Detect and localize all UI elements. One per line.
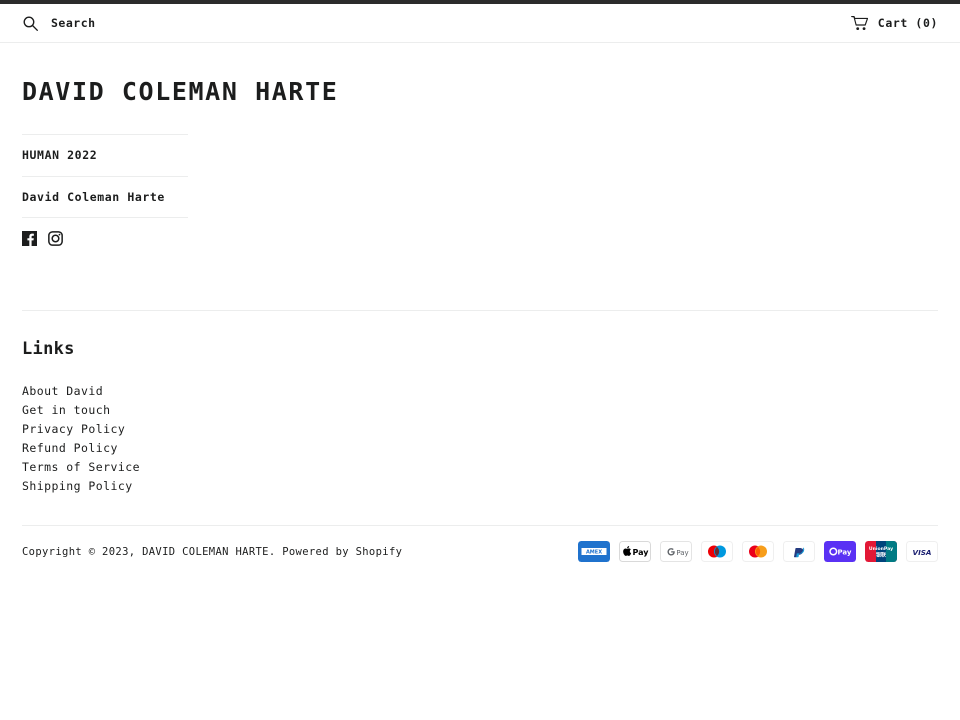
nav-item-david-coleman-harte[interactable]: David Coleman Harte [22, 177, 188, 218]
payment-icon-maestro [701, 541, 733, 562]
social-links [22, 218, 188, 246]
svg-text:UnionPay: UnionPay [869, 546, 893, 552]
footer-link-refund-policy[interactable]: Refund Policy [22, 441, 118, 455]
copyright-middle: . Powered by [268, 545, 356, 558]
copyright-text: Copyright © 2023, DAVID COLEMAN HARTE. P… [22, 546, 402, 558]
payment-icon-shop-pay: Pay [824, 541, 856, 562]
cart-label: Cart (0) [877, 16, 938, 30]
main-content: HUMAN 2022 David Coleman Harte [0, 134, 960, 264]
site-title-container: DAVID COLEMAN HARTE [0, 43, 960, 104]
list-item: Terms of Service [22, 457, 938, 476]
list-item: Privacy Policy [22, 419, 938, 438]
footer-link-list: About David Get in touch Privacy Policy … [22, 381, 938, 495]
footer-link-privacy-policy[interactable]: Privacy Policy [22, 422, 125, 436]
footer-link-about-david[interactable]: About David [22, 384, 103, 398]
svg-text:银联: 银联 [875, 551, 886, 558]
list-item: Refund Policy [22, 438, 938, 457]
svg-text:Pay: Pay [632, 548, 649, 557]
payment-icon-mastercard [742, 541, 774, 562]
product-content-area [188, 134, 938, 165]
site-title[interactable]: DAVID COLEMAN HARTE [22, 79, 338, 104]
footer-links-heading: Links [22, 339, 75, 359]
footer-link-terms-of-service[interactable]: Terms of Service [22, 460, 140, 474]
site-footer: Links About David Get in touch Privacy P… [0, 310, 960, 562]
sidebar-navigation: HUMAN 2022 David Coleman Harte [22, 134, 188, 246]
payment-icon-apple-pay: Pay [619, 541, 651, 562]
svg-text:Pay: Pay [837, 549, 851, 557]
payment-methods-list: AMEX Pay Pay Pay UnionPay 银联 VISA [578, 541, 938, 562]
search-input[interactable] [51, 4, 351, 42]
search-form[interactable] [22, 4, 851, 42]
svg-text:Pay: Pay [676, 549, 688, 557]
footer-bottom-bar: Copyright © 2023, DAVID COLEMAN HARTE. P… [22, 526, 938, 562]
site-header: Cart (0) [0, 4, 960, 43]
payment-icon-google-pay: Pay [660, 541, 692, 562]
cart-icon[interactable] [850, 15, 869, 31]
footer-link-shipping-policy[interactable]: Shipping Policy [22, 479, 133, 493]
footer-top-divider [22, 310, 938, 311]
payment-icon-visa: VISA [906, 541, 938, 562]
facebook-icon[interactable] [22, 231, 37, 246]
svg-text:VISA: VISA [913, 548, 932, 557]
payment-icon-union-pay: UnionPay 银联 [865, 541, 897, 562]
nav-item-human-2022[interactable]: HUMAN 2022 [22, 135, 188, 177]
list-item: Shipping Policy [22, 476, 938, 495]
svg-text:AMEX: AMEX [586, 549, 602, 555]
search-icon[interactable] [22, 15, 39, 32]
list-item: About David [22, 381, 938, 400]
instagram-icon[interactable] [48, 231, 63, 246]
payment-icon-american-express: AMEX [578, 541, 610, 562]
payment-icon-paypal [783, 541, 815, 562]
broken-image-placeholder-icon [256, 154, 259, 164]
list-item: Get in touch [22, 400, 938, 419]
copyright-shop-link[interactable]: DAVID COLEMAN HARTE [142, 546, 269, 558]
cart-link[interactable]: Cart (0) [850, 15, 938, 31]
copyright-prefix: Copyright © 2023, [22, 545, 143, 558]
footer-link-get-in-touch[interactable]: Get in touch [22, 403, 110, 417]
shopify-link[interactable]: Shopify [356, 546, 403, 558]
